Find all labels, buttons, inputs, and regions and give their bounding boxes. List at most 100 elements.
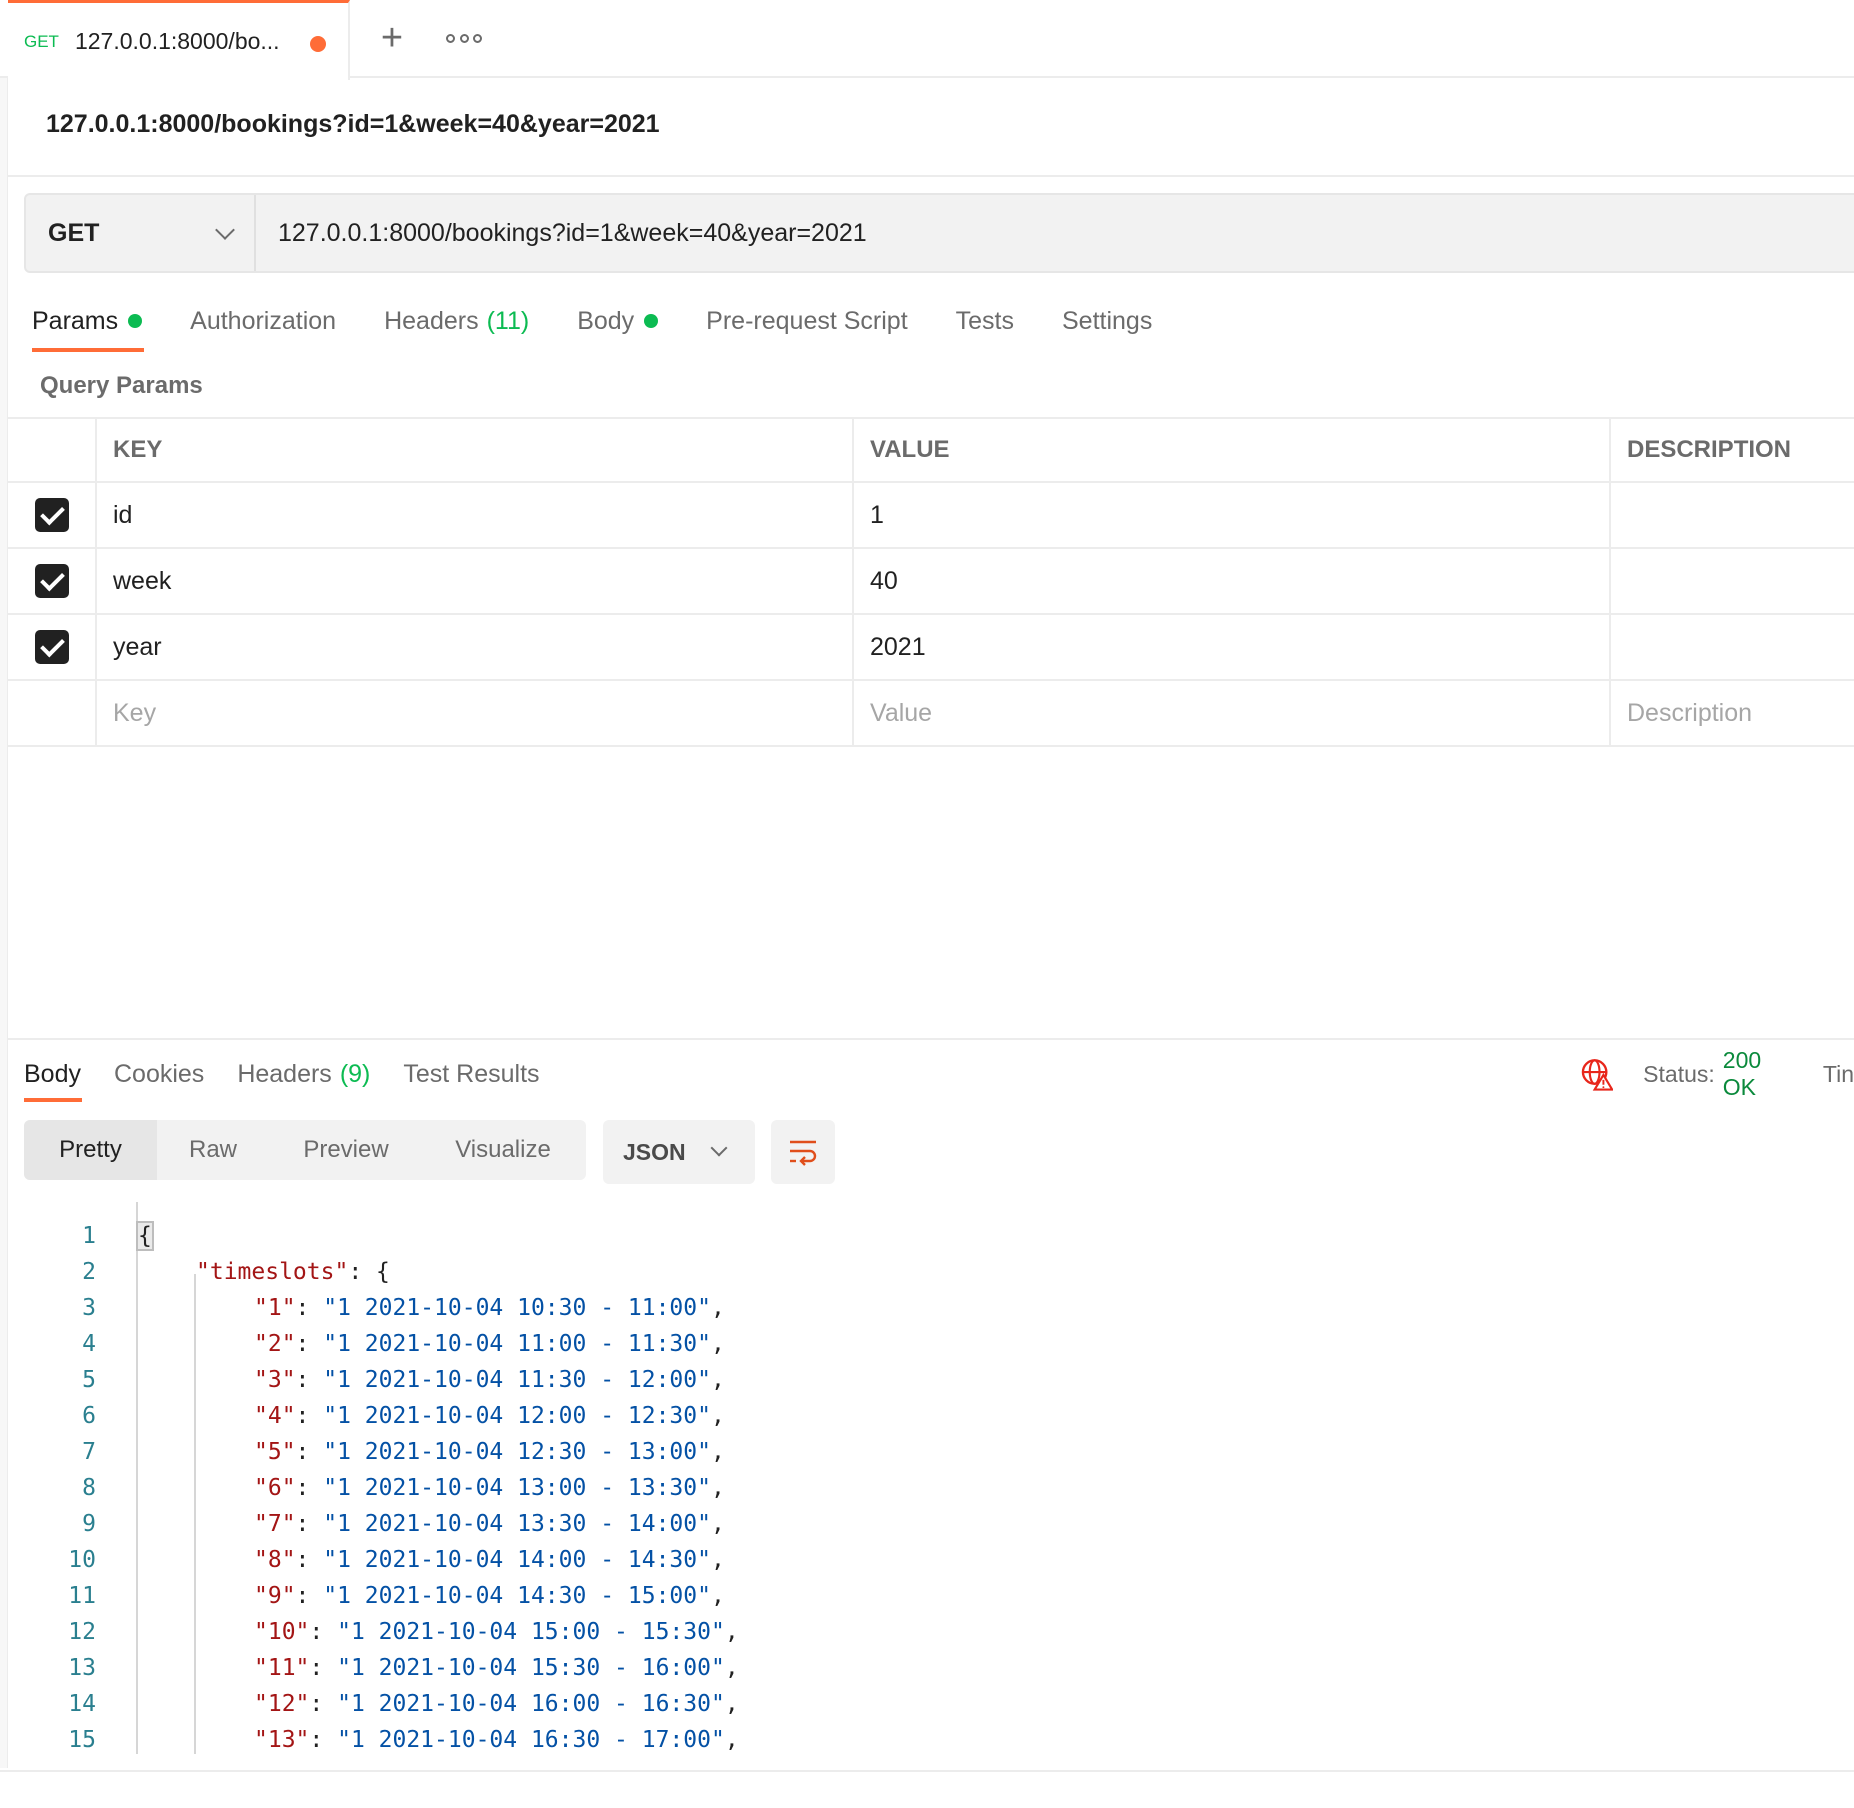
tab-label: Params: [32, 306, 119, 335]
code-text: "2": "1 2021-10-04 11:00 - 11:30",: [254, 1331, 725, 1357]
new-description-input[interactable]: Description: [1611, 681, 1854, 745]
tab-params[interactable]: Params: [32, 302, 143, 340]
param-key[interactable]: week: [97, 549, 854, 613]
bottom-divider: [0, 1770, 1854, 1772]
query-params-table: KEY VALUE DESCRIPTION id 1 week 40 year …: [8, 417, 1854, 747]
tab-label: Cookies: [113, 1059, 205, 1088]
checkbox-checked[interactable]: [34, 498, 69, 532]
format-label: JSON: [623, 1138, 686, 1165]
code-text: "10": "1 2021-10-04 15:00 - 15:30",: [254, 1619, 739, 1645]
header-key: KEY: [97, 419, 854, 481]
tab-body[interactable]: Body: [577, 302, 659, 340]
header-value: VALUE: [854, 419, 1611, 481]
checkbox-checked[interactable]: [34, 630, 69, 664]
check-cell: [8, 681, 97, 745]
tab-pre-request-script[interactable]: Pre-request Script: [706, 302, 907, 340]
param-key[interactable]: id: [97, 483, 854, 547]
code-text: "12": "1 2021-10-04 16:00 - 16:30",: [254, 1691, 739, 1717]
wrap-lines-button[interactable]: [771, 1120, 835, 1184]
method-select[interactable]: GET: [26, 195, 256, 271]
param-description[interactable]: [1611, 549, 1854, 613]
time-label: Tin: [1822, 1060, 1854, 1087]
status-badge[interactable]: 200 OK: [1723, 1047, 1799, 1101]
line-number: 5: [82, 1367, 96, 1393]
request-tabs: Params Authorization Headers (11) Body P…: [32, 302, 1200, 352]
code-text: "1": "1 2021-10-04 10:30 - 11:00",: [254, 1295, 725, 1321]
check-cell: [8, 615, 97, 679]
line-number: 7: [82, 1439, 96, 1465]
active-indicator-dot-icon: [128, 314, 143, 328]
status-label: Status:: [1643, 1060, 1715, 1087]
chevron-down-icon: [710, 1139, 728, 1157]
line-number: 10: [68, 1547, 96, 1573]
response-tab-body[interactable]: Body: [24, 1054, 81, 1094]
indent-guide: [136, 1202, 138, 1754]
table-row: week 40: [8, 549, 1854, 615]
view-visualize-button[interactable]: Visualize: [423, 1120, 583, 1180]
view-raw-button[interactable]: Raw: [157, 1120, 269, 1180]
code-text: "9": "1 2021-10-04 14:30 - 15:00",: [254, 1583, 725, 1609]
method-label: GET: [48, 218, 100, 247]
param-value[interactable]: 40: [854, 549, 1611, 613]
active-tab-underline: [32, 348, 144, 352]
tab-settings[interactable]: Settings: [1062, 302, 1152, 340]
code-text: "3": "1 2021-10-04 11:30 - 12:00",: [254, 1367, 725, 1393]
response-divider[interactable]: [8, 1038, 1854, 1040]
param-value[interactable]: 2021: [854, 615, 1611, 679]
code-text: {: [136, 1221, 154, 1251]
line-number: 12: [68, 1619, 96, 1645]
new-value-input[interactable]: Value: [854, 681, 1611, 745]
response-tab-test-results[interactable]: Test Results: [403, 1054, 539, 1094]
line-number: 3: [82, 1295, 96, 1321]
param-key[interactable]: year: [97, 615, 854, 679]
line-number: 6: [82, 1403, 96, 1429]
line-number: 13: [68, 1655, 96, 1681]
query-params-heading: Query Params: [40, 372, 203, 399]
param-value[interactable]: 1: [854, 483, 1611, 547]
active-response-tab-underline: [24, 1098, 82, 1102]
chevron-down-icon: [215, 220, 235, 240]
request-tab[interactable]: GET 127.0.0.1:8000/bo...: [8, 0, 350, 80]
globe-warning-icon[interactable]: [1580, 1057, 1614, 1091]
url-bar: GET 127.0.0.1:8000/bookings?id=1&week=40…: [24, 193, 1854, 273]
request-tab-name: 127.0.0.1:8000/bo...: [74, 28, 280, 54]
view-mode-switch: Pretty Raw Preview Visualize: [24, 1120, 586, 1180]
tab-authorization[interactable]: Authorization: [190, 302, 336, 340]
tab-label: Authorization: [190, 306, 337, 335]
line-number: 8: [82, 1475, 96, 1501]
line-number: 2: [82, 1259, 96, 1285]
line-number: 4: [82, 1331, 96, 1357]
left-edge: [0, 78, 8, 1768]
response-tab-headers[interactable]: Headers (9): [237, 1054, 370, 1094]
request-title[interactable]: 127.0.0.1:8000/bookings?id=1&week=40&yea…: [46, 110, 660, 139]
new-tab-plus-icon[interactable]: +: [372, 18, 412, 58]
indent-guide: [194, 1274, 196, 1754]
more-tabs-icon[interactable]: [446, 22, 482, 54]
view-preview-button[interactable]: Preview: [269, 1120, 423, 1180]
response-status: Status: 200 OK Tin: [1580, 1047, 1854, 1100]
view-pretty-button[interactable]: Pretty: [24, 1120, 157, 1180]
format-select[interactable]: JSON: [603, 1120, 755, 1184]
param-description[interactable]: [1611, 615, 1854, 679]
tab-tests[interactable]: Tests: [956, 302, 1014, 340]
tab-bar: GET 127.0.0.1:8000/bo... +: [0, 0, 1854, 80]
code-text: "4": "1 2021-10-04 12:00 - 12:30",: [254, 1403, 725, 1429]
checkbox-checked[interactable]: [34, 564, 69, 598]
header-check-cell: [8, 419, 97, 481]
response-body-editor[interactable]: 1 {2 "timeslots": {3 "1": "1 2021-10-04 10:…: [8, 1202, 1854, 1754]
tab-headers[interactable]: Headers (11): [384, 302, 529, 340]
tab-label: Headers: [384, 306, 479, 335]
url-input[interactable]: 127.0.0.1:8000/bookings?id=1&week=40&yea…: [256, 195, 1854, 271]
tab-label: Tests: [955, 306, 1014, 335]
tab-label: Body: [24, 1059, 81, 1088]
code-text: "timeslots": {: [196, 1259, 390, 1285]
table-row-new: Key Value Description: [8, 681, 1854, 747]
line-number: 14: [68, 1691, 96, 1717]
response-tab-cookies[interactable]: Cookies: [114, 1054, 204, 1094]
param-description[interactable]: [1611, 483, 1854, 547]
line-number: 15: [68, 1727, 96, 1753]
table-header-row: KEY VALUE DESCRIPTION: [8, 417, 1854, 483]
table-row: id 1: [8, 483, 1854, 549]
code-text: "6": "1 2021-10-04 13:00 - 13:30",: [254, 1475, 725, 1501]
new-key-input[interactable]: Key: [97, 681, 854, 745]
